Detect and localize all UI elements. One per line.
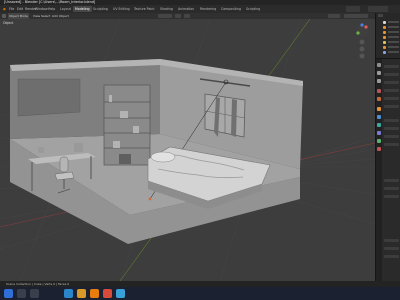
property-field[interactable] [384, 195, 399, 198]
outliner-row[interactable] [388, 21, 399, 23]
outliner-panel[interactable] [375, 13, 400, 58]
object-icon [383, 26, 386, 29]
camera-icon [383, 51, 386, 54]
os-taskbar [0, 287, 400, 300]
constraint-tab-icon[interactable] [377, 131, 381, 135]
menu-file[interactable]: File [9, 5, 14, 13]
outliner-row[interactable] [388, 51, 399, 53]
property-field[interactable] [384, 135, 399, 138]
outliner-row[interactable] [388, 36, 399, 38]
proportional-editing-toggle[interactable] [184, 14, 190, 18]
property-field[interactable] [384, 187, 399, 190]
tab-layout[interactable]: Layout [58, 6, 73, 12]
zoom-icon [359, 39, 365, 45]
navigation-gizmo[interactable] [354, 23, 370, 61]
start-icon[interactable] [4, 289, 13, 298]
y-axis-icon [356, 31, 360, 35]
object-tab-icon[interactable] [377, 107, 381, 111]
render-tab-icon[interactable] [377, 71, 381, 75]
scene-render[interactable] [0, 19, 375, 281]
tool-tab-icon[interactable] [377, 63, 381, 67]
camera-view-icon [359, 53, 365, 59]
tab-texture-paint[interactable]: Texture Paint [132, 6, 157, 12]
property-field[interactable] [384, 143, 399, 146]
property-field[interactable] [384, 81, 399, 84]
outliner-row[interactable] [388, 31, 399, 33]
outliner-row[interactable] [388, 26, 399, 28]
property-field[interactable] [384, 97, 399, 100]
search-icon[interactable] [17, 289, 26, 298]
menu-window[interactable]: Window [35, 5, 48, 13]
property-field[interactable] [384, 247, 399, 250]
view-layer-selector[interactable] [368, 6, 388, 12]
object-icon [383, 36, 386, 39]
world-tab-icon[interactable] [377, 97, 381, 101]
properties-tabs [376, 59, 382, 282]
bookshelf[interactable] [103, 84, 151, 166]
menu-help[interactable]: Help [48, 5, 55, 13]
outliner-filter-icon[interactable] [378, 14, 383, 17]
mail-icon[interactable] [116, 289, 125, 298]
3d-cursor[interactable] [148, 197, 152, 201]
scene-tab-icon[interactable] [377, 89, 381, 93]
wall-board[interactable] [17, 78, 81, 117]
blender-icon[interactable] [90, 289, 99, 298]
pan-icon [359, 46, 365, 52]
modifier-tab-icon[interactable] [377, 115, 381, 119]
output-tab-icon[interactable] [377, 79, 381, 83]
viewport-mode-label: Object [3, 21, 14, 25]
object-icon [383, 46, 386, 49]
property-field[interactable] [384, 179, 399, 182]
browser-icon[interactable] [64, 289, 73, 298]
scene-selector[interactable] [346, 6, 360, 12]
data-tab-icon[interactable] [377, 139, 381, 143]
z-axis-icon [360, 23, 364, 27]
tab-compositing[interactable]: Compositing [219, 6, 243, 12]
tab-uv-editing[interactable]: UV Editing [111, 6, 132, 12]
tab-rendering[interactable]: Rendering [198, 6, 218, 12]
property-field[interactable] [384, 89, 399, 92]
transform-orientation-dropdown[interactable] [158, 14, 172, 18]
x-axis-icon [364, 25, 368, 29]
shading-modes[interactable] [344, 14, 368, 18]
menu-edit[interactable]: Edit [17, 5, 23, 13]
tab-sculpting[interactable]: Sculpting [91, 6, 110, 12]
overlays-dropdown[interactable] [328, 14, 340, 18]
snap-toggle[interactable] [175, 14, 181, 18]
tab-animation[interactable]: Animation [176, 6, 196, 12]
tab-modeling[interactable]: Modeling [73, 6, 92, 12]
outliner-row[interactable] [388, 41, 399, 43]
properties-panel[interactable] [375, 58, 400, 282]
property-field[interactable] [384, 255, 399, 258]
property-field[interactable] [384, 239, 399, 242]
editor-type-icon[interactable] [2, 14, 6, 18]
property-field[interactable] [384, 65, 399, 68]
tab-scripting[interactable]: Scripting [244, 6, 262, 12]
light-icon [383, 41, 386, 44]
file-explorer-icon[interactable] [30, 289, 39, 298]
physics-tab-icon[interactable] [377, 123, 381, 127]
material-tab-icon[interactable] [377, 147, 381, 151]
property-field[interactable] [384, 73, 399, 76]
chrome-icon[interactable] [103, 289, 112, 298]
outliner-row[interactable] [388, 46, 399, 48]
3d-viewport[interactable]: Object [0, 19, 375, 281]
property-field[interactable] [384, 119, 399, 122]
collection-icon [383, 21, 386, 24]
blender-logo-icon[interactable]: ◉ [3, 5, 6, 13]
tab-shading[interactable]: Shading [158, 6, 175, 12]
property-field[interactable] [384, 127, 399, 130]
window-object[interactable] [204, 93, 246, 138]
store-icon[interactable] [77, 289, 86, 298]
property-field[interactable] [384, 105, 399, 108]
object-icon [383, 31, 386, 34]
